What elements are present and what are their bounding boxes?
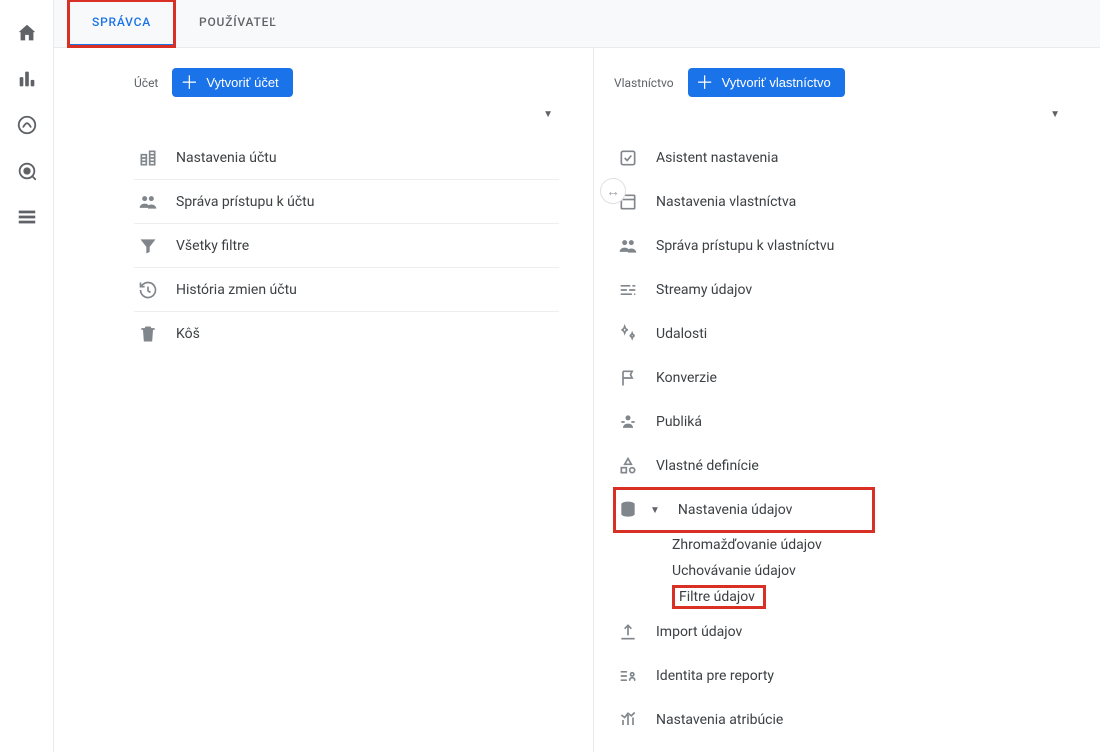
label: História zmien účtu [176, 282, 555, 298]
setup-assistant-item[interactable]: Asistent nastavenia [614, 136, 1066, 180]
property-heading: Vlastníctvo [614, 76, 674, 90]
label: Import údajov [656, 624, 1062, 640]
column-link-icon: ↔ [600, 178, 626, 204]
label: Správa prístupu k vlastníctvu [656, 238, 1062, 254]
property-settings-item[interactable]: Nastavenia vlastníctva [614, 180, 1066, 224]
streams-icon [618, 280, 638, 300]
upload-icon [618, 622, 638, 642]
reporting-identity-item[interactable]: Identita pre reporty [614, 654, 1066, 698]
people-icon [618, 236, 638, 256]
label: Správa prístupu k účtu [176, 194, 555, 210]
plus-icon: ＋ [180, 76, 198, 90]
property-access-item[interactable]: Správa prístupu k vlastníctvu [614, 224, 1066, 268]
create-property-button[interactable]: ＋ Vytvoriť vlastníctvo [688, 68, 845, 97]
label: Identita pre reporty [656, 668, 1062, 684]
people-icon [138, 192, 158, 212]
data-retention-subitem[interactable]: Uchovávanie údajov [672, 558, 1066, 584]
account-trash-item[interactable]: Kôš [134, 312, 559, 356]
admin-user-tabs: SPRÁVCA POUŽÍVATEĽ [54, 0, 1100, 48]
attribution-icon [618, 710, 638, 730]
building-icon [138, 148, 158, 168]
data-import-item[interactable]: Import údajov [614, 610, 1066, 654]
explore-icon[interactable] [16, 114, 38, 136]
label: Udalosti [656, 326, 1062, 342]
label: Asistent nastavenia [656, 150, 1062, 166]
account-heading: Účet [134, 76, 158, 90]
audience-icon [618, 412, 638, 432]
configure-icon[interactable] [16, 206, 38, 228]
account-filters-item[interactable]: Všetky filtre [134, 224, 559, 268]
label: Publiká [656, 414, 1062, 430]
data-filters-subitem[interactable]: Filtre údajov [672, 584, 1066, 610]
account-selector[interactable]: ▼ [134, 105, 559, 126]
label: Nastavenia údajov [678, 502, 870, 518]
tab-admin[interactable]: SPRÁVCA [68, 0, 175, 47]
database-icon [618, 500, 638, 520]
reports-icon[interactable] [16, 68, 38, 90]
account-history-item[interactable]: História zmien účtu [134, 268, 559, 312]
label: Nastavenia vlastníctva [656, 194, 1062, 210]
plus-icon: ＋ [696, 76, 714, 90]
identity-icon [618, 666, 638, 686]
shapes-icon [618, 456, 638, 476]
create-account-button[interactable]: ＋ Vytvoriť účet [172, 68, 292, 97]
trash-icon [138, 324, 158, 344]
audiences-item[interactable]: Publiká [614, 400, 1066, 444]
advertising-icon[interactable] [16, 160, 38, 182]
account-column: Účet ＋ Vytvoriť účet ▼ Nastavenia účtu [114, 48, 594, 752]
account-settings-item[interactable]: Nastavenia účtu [134, 136, 559, 180]
label: Streamy údajov [656, 282, 1062, 298]
checklist-icon [618, 148, 638, 168]
home-icon[interactable] [16, 22, 38, 44]
property-selector[interactable]: ▼ [614, 105, 1066, 126]
data-collection-subitem[interactable]: Zhromažďovanie údajov [672, 532, 1066, 558]
funnel-icon [138, 236, 158, 256]
tab-user[interactable]: POUŽÍVATEĽ [175, 0, 301, 47]
events-item[interactable]: Udalosti [614, 312, 1066, 356]
custom-definitions-item[interactable]: Vlastné definície [614, 444, 1066, 488]
flag-icon [618, 368, 638, 388]
caret-down-icon: ▼ [650, 505, 660, 516]
history-icon [138, 280, 158, 300]
label: Vlastné definície [656, 458, 1062, 474]
left-nav-rail [0, 0, 54, 752]
label: Nastavenia účtu [176, 150, 555, 166]
label: Kôš [176, 326, 555, 342]
account-access-item[interactable]: Správa prístupu k účtu [134, 180, 559, 224]
data-settings-item[interactable]: ▼ Nastavenia údajov [614, 488, 874, 532]
data-settings-group: ▼ Nastavenia údajov Zhromažďovanie údajo… [614, 488, 1066, 610]
label: Konverzie [656, 370, 1062, 386]
label: Všetky filtre [176, 238, 555, 254]
attribution-settings-item[interactable]: Nastavenia atribúcie [614, 698, 1066, 742]
conversions-item[interactable]: Konverzie [614, 356, 1066, 400]
data-streams-item[interactable]: Streamy údajov [614, 268, 1066, 312]
property-column: Vlastníctvo ＋ Vytvoriť vlastníctvo ▼ Asi… [594, 48, 1100, 752]
label: Nastavenia atribúcie [656, 712, 1062, 728]
event-icon [618, 324, 638, 344]
